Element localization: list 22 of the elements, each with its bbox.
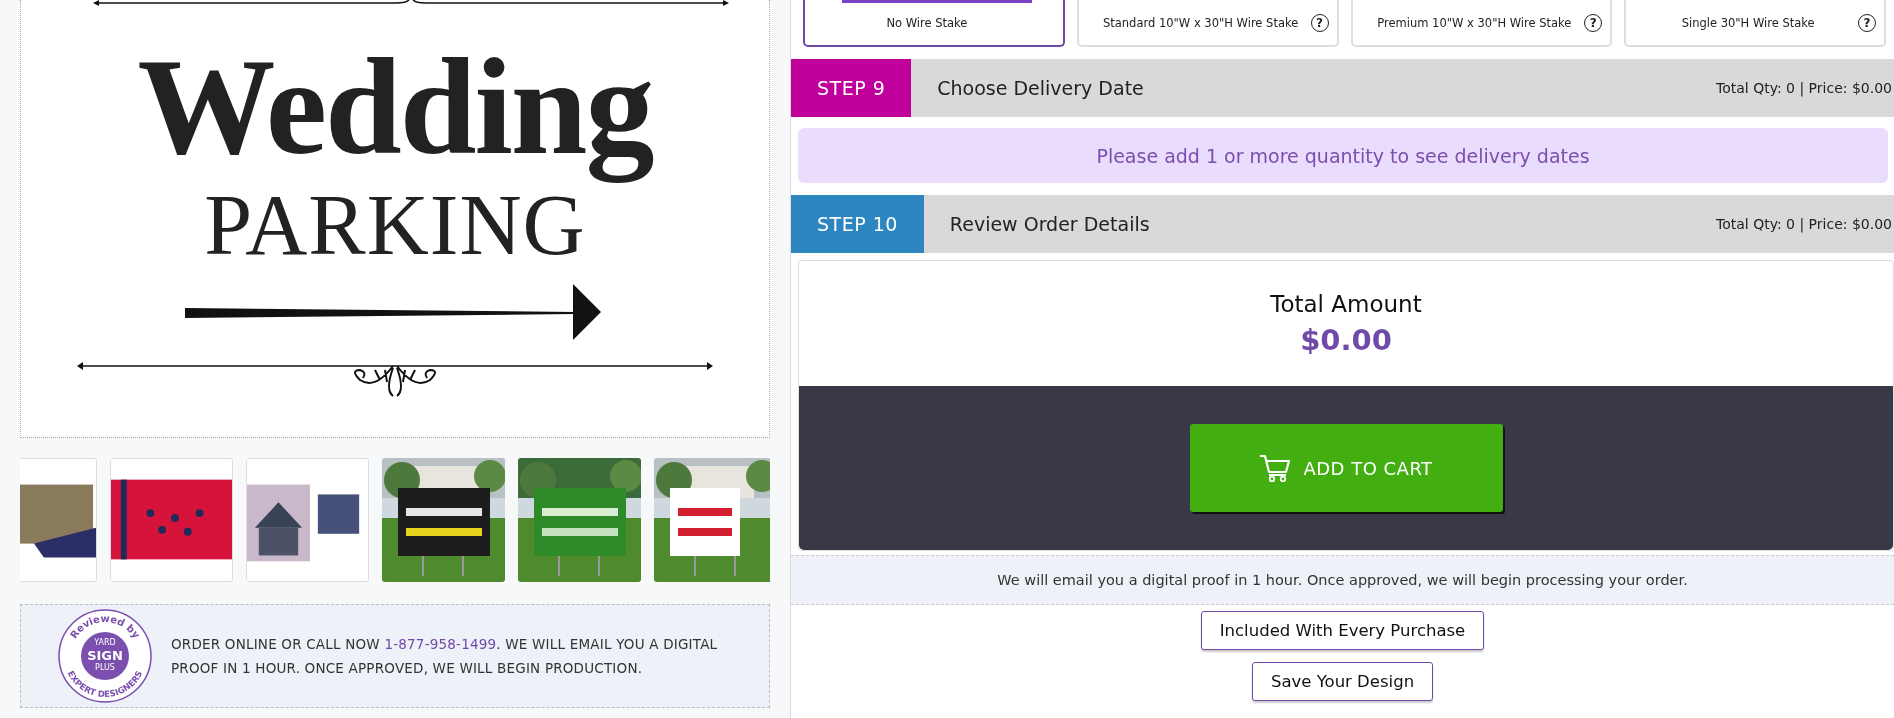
delivery-notice: Please add 1 or more quantity to see delivery dates xyxy=(798,128,1888,183)
badge-text: SIGN xyxy=(87,648,123,663)
step-label: STEP 9 xyxy=(791,59,912,117)
step-summary: Total Qty: 0 | Price: $0.00 xyxy=(1716,80,1893,96)
stake-option[interactable]: Premium 10"W x 30"H Wire Stake ? xyxy=(1350,0,1613,47)
step-title: Choose Delivery Date xyxy=(937,77,1145,99)
outline-button[interactable]: Included With Every Purchase xyxy=(1200,611,1485,650)
step-title: Review Order Details xyxy=(949,213,1151,235)
total-label: Total Amount xyxy=(1270,290,1422,317)
stake-option[interactable]: Single 30"H Wire Stake ? xyxy=(1624,0,1886,47)
outline-button[interactable]: Save Your Design xyxy=(1251,662,1434,701)
stake-option[interactable]: Standard 10"W x 30"H Wire Stake ? xyxy=(1076,0,1339,47)
total-amount: $0.00 xyxy=(1300,322,1392,357)
step-label: STEP 10 xyxy=(791,195,924,253)
stake-option[interactable]: No Wire Stake xyxy=(803,0,1065,47)
badge-text: PLUS xyxy=(95,663,115,672)
order-info-text: ORDER ONLINE OR CALL NOW 1-877-958-1499. WE WILL EMAIL YOU A DIGITAL PROOF IN 1 HOUR. ONCE APPROVED, WE WILL BEGIN PRODUCTION. xyxy=(171,635,719,678)
cart-icon xyxy=(1259,454,1292,482)
proof-notice: We will email you a digital proof in 1 hour. Once approved, we will begin processing your order. xyxy=(791,555,1894,605)
phone-link[interactable]: 1-877-958-1499 xyxy=(384,636,497,652)
step-summary: Total Qty: 0 | Price: $0.00 xyxy=(1716,216,1893,232)
badge-text: YARD xyxy=(94,638,116,647)
